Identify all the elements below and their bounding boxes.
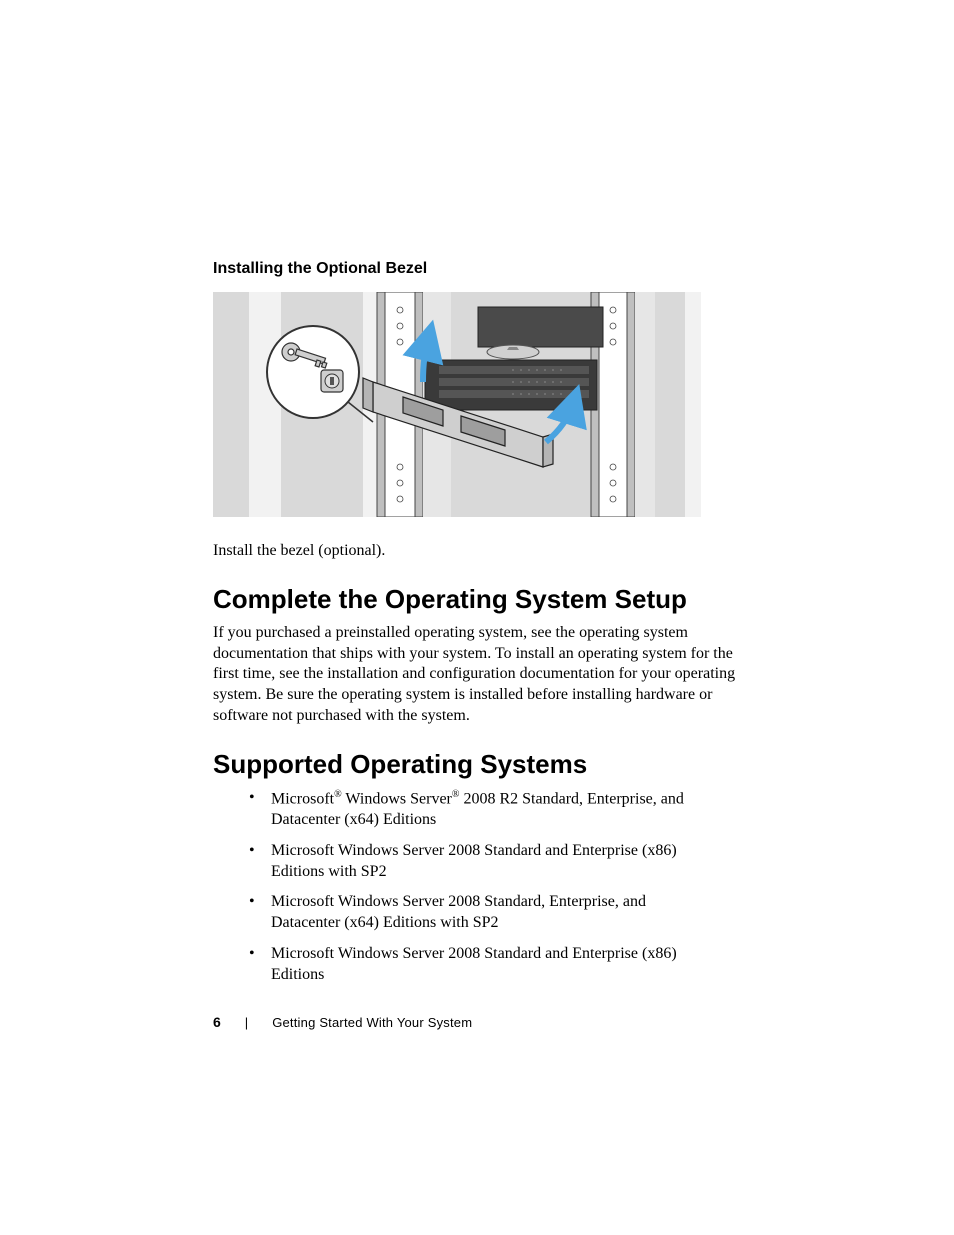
figure-caption: Install the bezel (optional). [213,541,741,562]
list-item: Microsoft Windows Server 2008 Standard a… [271,841,741,883]
list-text: Windows Server [342,790,452,807]
paragraph-os-setup: If you purchased a preinstalled operatin… [213,623,741,727]
document-page: Installing the Optional Bezel [0,0,954,1235]
list-text: Microsoft [271,790,334,807]
list-text: Microsoft Windows Server 2008 Standard, … [271,893,646,931]
supported-os-list: Microsoft® Windows Server® 2008 R2 Stand… [213,788,741,986]
list-item: Microsoft® Windows Server® 2008 R2 Stand… [271,788,741,831]
page-number: 6 [213,1014,221,1030]
footer-separator: | [245,1015,248,1030]
footer-title: Getting Started With Your System [272,1015,472,1030]
list-text: Microsoft Windows Server 2008 Standard a… [271,945,677,983]
heading-supported-os: Supported Operating Systems [213,749,741,780]
bezel-illustration [213,292,701,517]
list-item: Microsoft Windows Server 2008 Standard, … [271,892,741,934]
page-footer: 6 | Getting Started With Your System [213,1014,472,1030]
list-text: Microsoft Windows Server 2008 Standard a… [271,842,677,880]
heading-complete-os-setup: Complete the Operating System Setup [213,584,741,615]
list-item: Microsoft Windows Server 2008 Standard a… [271,944,741,986]
figure-bezel-install [213,292,701,517]
registered-mark: ® [334,789,342,800]
section-subheading: Installing the Optional Bezel [213,260,741,278]
